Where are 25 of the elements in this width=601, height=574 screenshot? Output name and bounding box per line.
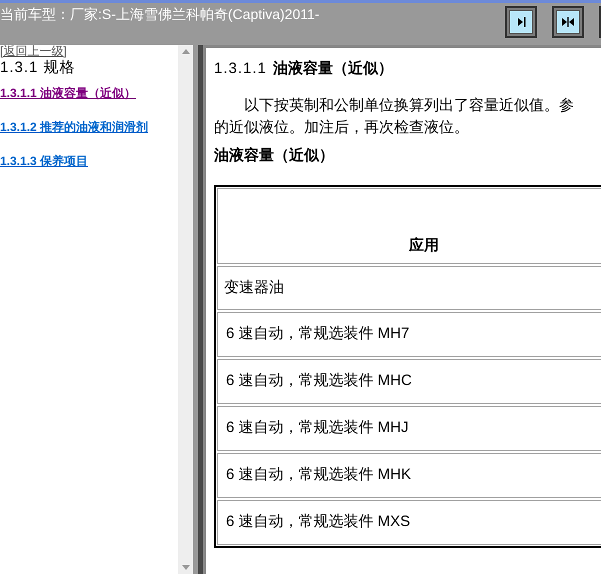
scrollbar[interactable]	[178, 45, 193, 574]
table-cell: 6 速自动，常规选装件 MH7	[217, 312, 601, 357]
toolbar-button[interactable]	[505, 6, 537, 38]
column-header: 应用	[217, 188, 601, 264]
back-link[interactable]: [返回上一级]	[0, 45, 178, 58]
sidebar-heading: 1.3.1 规格	[0, 58, 77, 78]
arrows-inward-icon	[561, 16, 575, 28]
table-cell: 6 速自动，常规选装件 MHK	[217, 453, 601, 498]
toolbar-button[interactable]	[552, 6, 584, 38]
sidebar-link[interactable]: 1.3.1.1 油液容量（近似）	[0, 84, 178, 102]
table-cell: 6 速自动，常规选装件 MXS	[217, 500, 601, 545]
scroll-down-icon[interactable]	[182, 565, 190, 570]
scroll-up-icon[interactable]	[182, 49, 190, 54]
table-cell: 变速器油	[217, 266, 601, 310]
paragraph-line: 以下按英制和公制单位换算列出了容量近似值。参	[243, 96, 575, 116]
window-title: 当前车型：厂家:S-上海雪佛兰科帕奇(Captiva)2011-	[0, 5, 320, 24]
paragraph-line: 的近似液位。加注后，再次检查液位。	[214, 118, 470, 138]
arrow-right-icon	[515, 16, 527, 28]
section-number: 1.3.1.1	[214, 59, 267, 79]
section-title: 油液容量（近似）	[272, 59, 393, 79]
table-cell: 6 速自动，常规选装件 MHJ	[217, 406, 601, 451]
table-cell: 6 速自动，常规选装件 MHC	[217, 359, 601, 404]
subheading: 油液容量（近似）	[214, 146, 335, 166]
sidebar-link[interactable]: 1.3.1.2 推荐的油液和润滑剂	[0, 118, 178, 136]
sidebar-link[interactable]: 1.3.1.3 保养项目	[0, 152, 178, 170]
